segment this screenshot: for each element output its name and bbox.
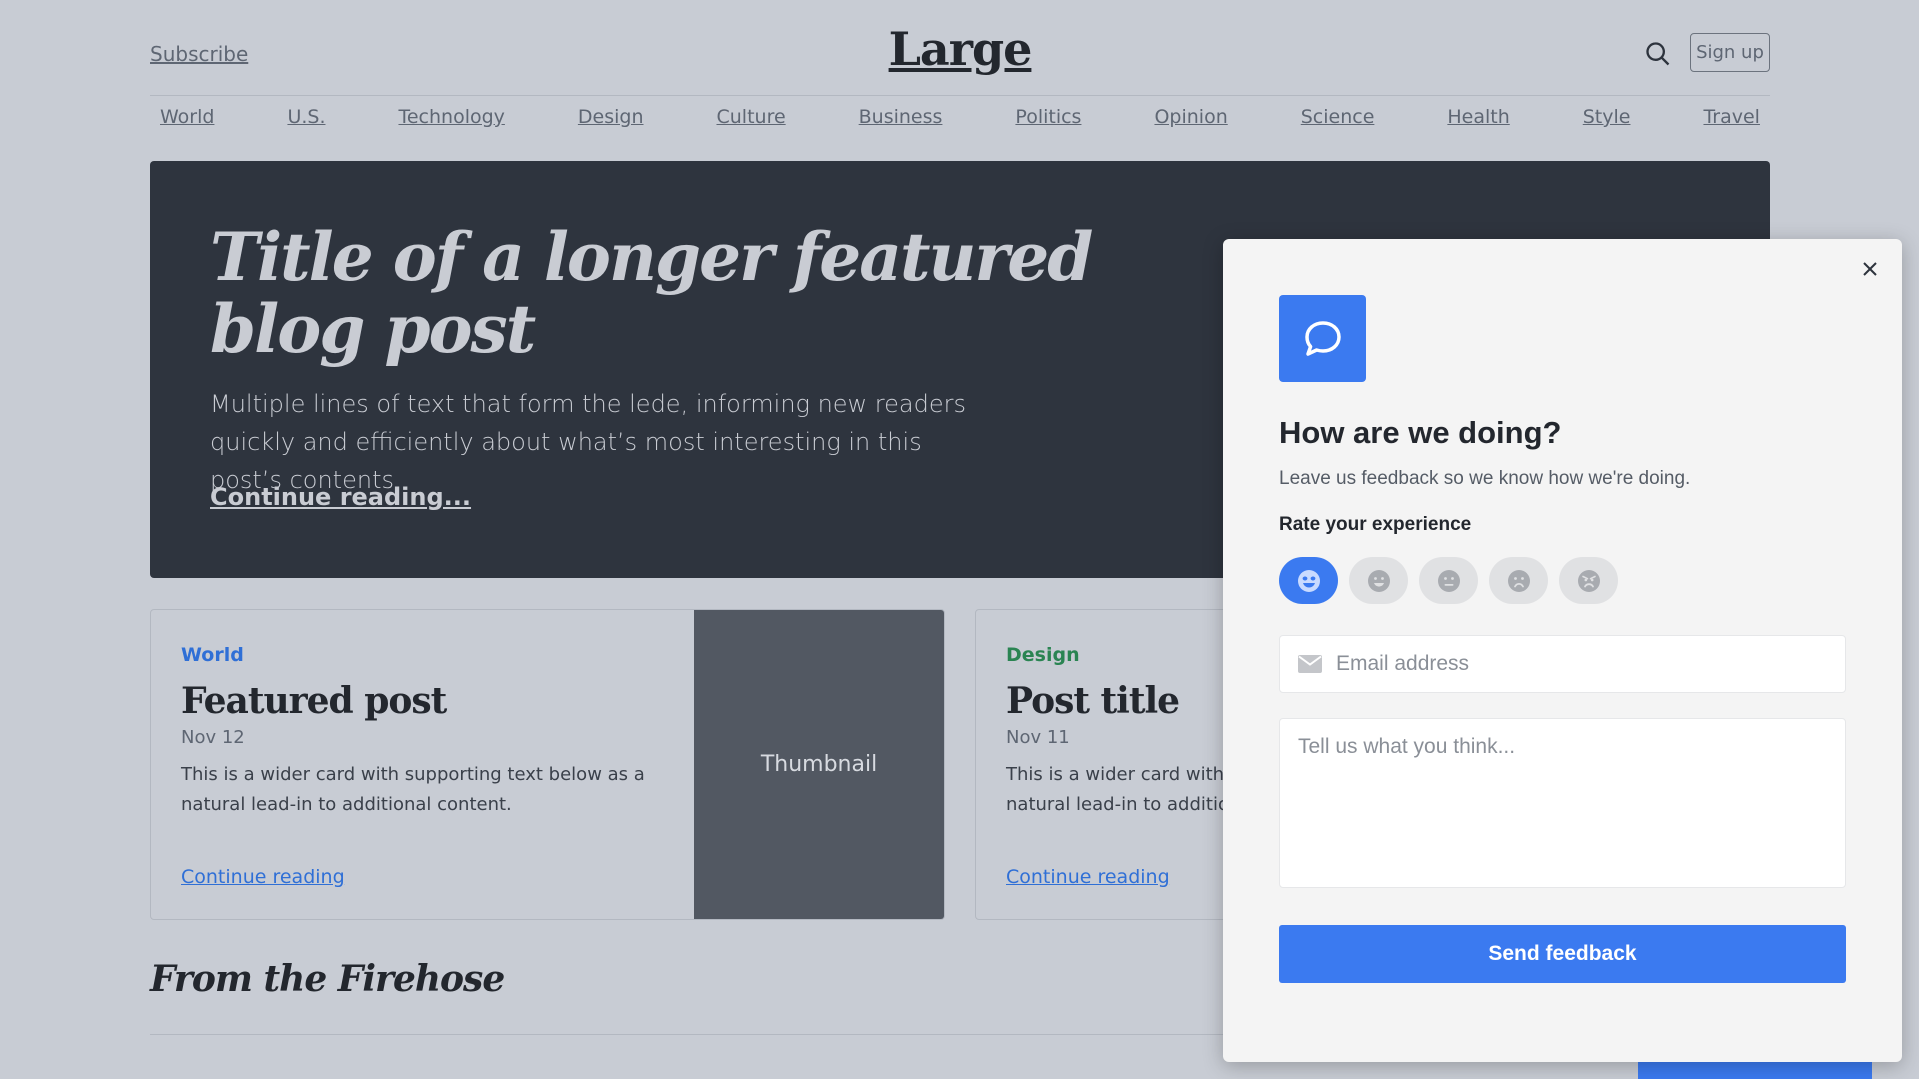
angry-face-icon: [1577, 569, 1600, 592]
close-button[interactable]: [1856, 255, 1884, 283]
featured-post-card: World Featured post Nov 12 This is a wid…: [150, 609, 945, 920]
site-header: Subscribe Large Sign up: [150, 0, 1770, 96]
rating-sad[interactable]: [1489, 557, 1548, 604]
close-icon: [1863, 262, 1877, 276]
hero-title: Title of a longer featured blog post: [210, 218, 1093, 368]
nav-item-technology[interactable]: Technology: [398, 106, 504, 146]
nav-item-travel[interactable]: Travel: [1703, 106, 1759, 146]
mail-icon: [1298, 655, 1322, 673]
card-continue-link[interactable]: Continue reading: [181, 866, 345, 888]
hero-lede: Multiple lines of text that form the led…: [210, 390, 966, 494]
nav-item-science[interactable]: Science: [1301, 106, 1375, 146]
nav-item-world[interactable]: World: [160, 106, 214, 146]
card-category: Design: [1006, 644, 1080, 666]
rating-angry[interactable]: [1559, 557, 1618, 604]
card-date: Nov 12: [181, 727, 245, 748]
happy-face-icon: [1367, 569, 1390, 592]
rating-happy[interactable]: [1349, 557, 1408, 604]
rate-label: Rate your experience: [1279, 514, 1472, 535]
feedback-title: How are we doing?: [1279, 415, 1562, 450]
sign-up-button[interactable]: Sign up: [1690, 33, 1770, 72]
card-title: Post title: [1006, 680, 1180, 722]
feedback-textarea[interactable]: [1279, 718, 1846, 888]
very-happy-face-icon: [1297, 569, 1320, 592]
thumbnail-label: Thumbnail: [760, 752, 878, 777]
category-nav: World U.S. Technology Design Culture Bus…: [150, 106, 1770, 146]
card-thumbnail: Thumbnail: [694, 610, 944, 919]
rating-neutral[interactable]: [1419, 557, 1478, 604]
card-continue-link[interactable]: Continue reading: [1006, 866, 1170, 888]
sad-face-icon: [1507, 569, 1530, 592]
card-category: World: [181, 644, 244, 666]
nav-item-opinion[interactable]: Opinion: [1154, 106, 1227, 146]
card-date: Nov 11: [1006, 727, 1070, 748]
nav-item-politics[interactable]: Politics: [1015, 106, 1081, 146]
section-heading: From the Firehose: [150, 958, 505, 1000]
card-text: This is a wider card with supporting tex…: [181, 764, 645, 815]
nav-item-business[interactable]: Business: [859, 106, 943, 146]
nav-item-style[interactable]: Style: [1583, 106, 1631, 146]
search-icon[interactable]: [1644, 40, 1672, 68]
card-title: Featured post: [181, 680, 447, 722]
hero-continue-link[interactable]: Continue reading...: [210, 483, 471, 511]
divider: [150, 1034, 1250, 1035]
email-input[interactable]: [1336, 636, 1836, 692]
neutral-face-icon: [1437, 569, 1460, 592]
feedback-subtitle: Leave us feedback so we know how we're d…: [1279, 468, 1691, 489]
chat-bubble-icon: [1279, 295, 1366, 382]
send-feedback-button[interactable]: Send feedback: [1279, 925, 1846, 983]
nav-item-design[interactable]: Design: [578, 106, 644, 146]
site-logo[interactable]: Large: [150, 22, 1770, 76]
rating-group: [1279, 557, 1618, 604]
rating-very-happy[interactable]: [1279, 557, 1338, 604]
feedback-panel: How are we doing? Leave us feedback so w…: [1223, 239, 1902, 1062]
nav-item-culture[interactable]: Culture: [716, 106, 785, 146]
nav-item-health[interactable]: Health: [1447, 106, 1509, 146]
nav-item-us[interactable]: U.S.: [287, 106, 325, 146]
email-field-wrapper: [1279, 635, 1846, 693]
